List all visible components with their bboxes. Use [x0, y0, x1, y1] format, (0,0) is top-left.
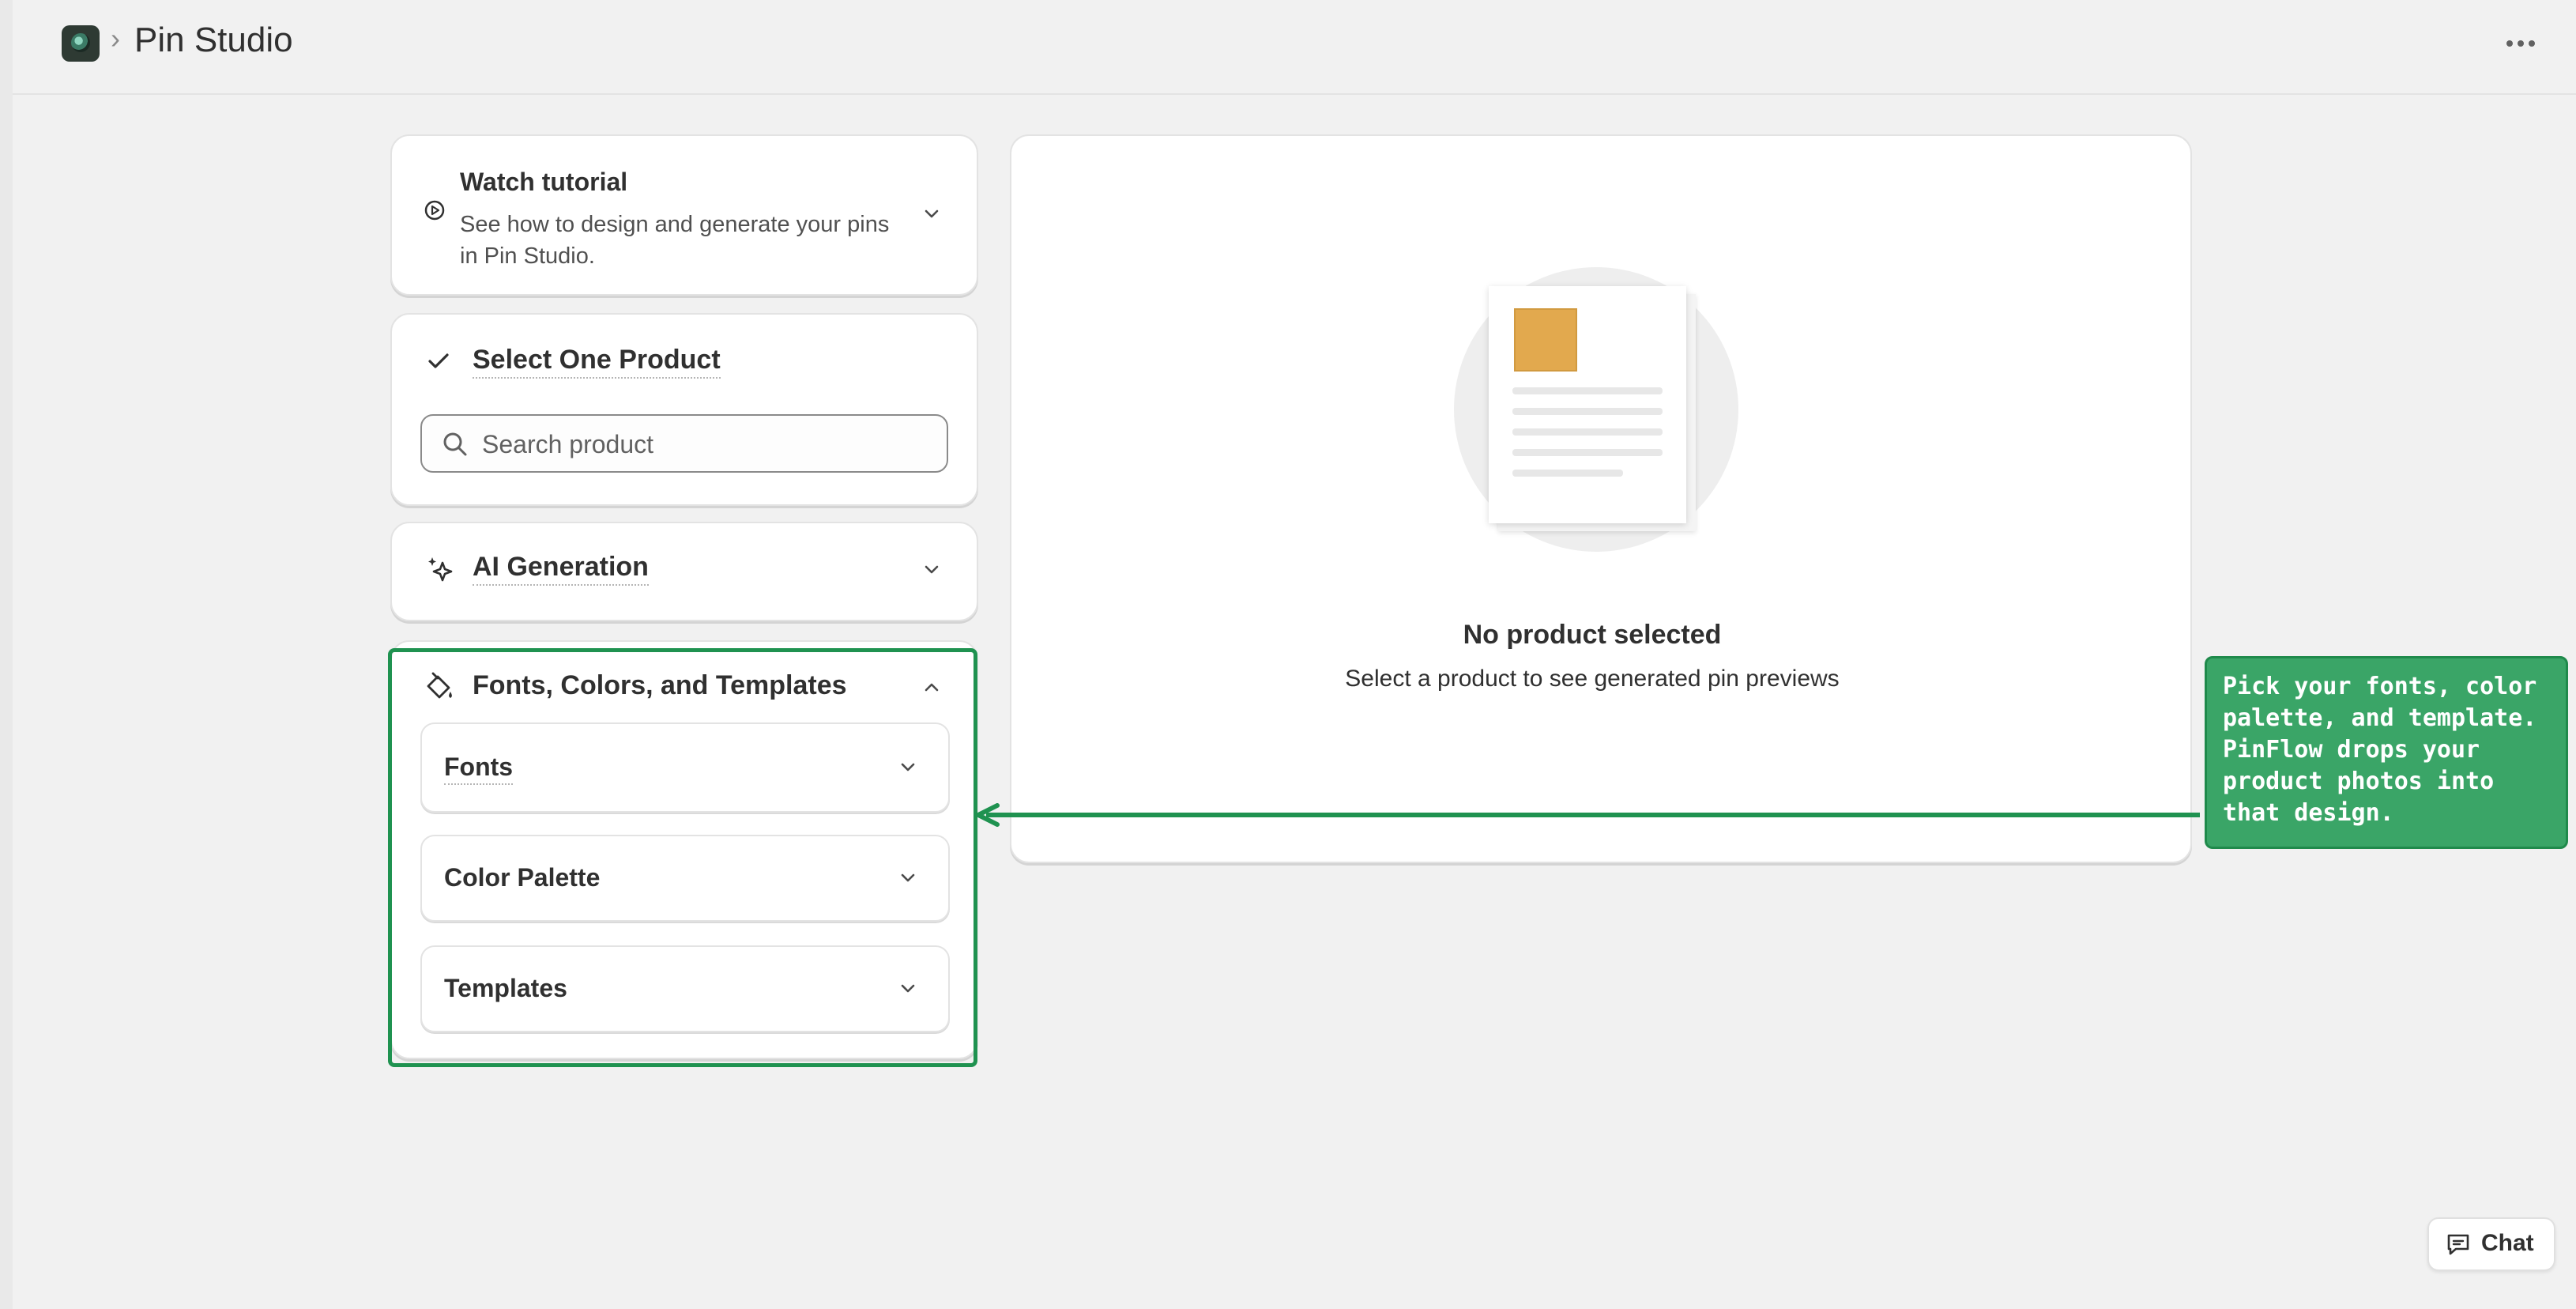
chevron-down-icon[interactable]	[920, 558, 943, 582]
sparkles-icon	[428, 557, 453, 582]
empty-state-title: No product selected	[1463, 620, 1722, 650]
chevron-up-icon[interactable]	[920, 675, 943, 699]
color-palette-section[interactable]: Color Palette	[420, 835, 950, 922]
checkmark-icon	[428, 353, 449, 368]
search-placeholder: Search product	[482, 430, 654, 458]
paint-bucket-icon	[427, 672, 452, 699]
chat-button[interactable]: Chat	[2427, 1217, 2555, 1271]
templates-label: Templates	[444, 974, 567, 1002]
play-circle-icon	[424, 200, 445, 221]
fonts-colors-templates-card: Fonts, Colors, and Templates Fonts Color…	[390, 640, 978, 1059]
left-edge	[0, 0, 13, 1309]
tutorial-description: See how to design and generate your pins…	[460, 212, 890, 269]
app-logo-icon[interactable]	[62, 25, 100, 62]
templates-section[interactable]: Templates	[420, 945, 950, 1032]
select-product-card: Select One Product Search product	[390, 313, 978, 506]
arrow-left-icon	[976, 803, 1000, 827]
callout-arrow-line	[986, 813, 2200, 817]
breadcrumb-separator: ›	[111, 22, 120, 55]
search-icon	[443, 432, 467, 456]
image-placeholder-icon	[1514, 308, 1577, 372]
top-bar: › Pin Studio	[13, 0, 2576, 95]
ai-generation-card[interactable]: AI Generation	[390, 522, 978, 621]
more-actions-icon[interactable]	[2497, 24, 2544, 63]
empty-state-description: Select a product to see generated pin pr…	[1345, 666, 1840, 692]
chevron-down-icon[interactable]	[896, 756, 920, 779]
chat-bubble-icon	[2447, 1234, 2469, 1255]
color-palette-label: Color Palette	[444, 863, 601, 892]
chevron-down-icon[interactable]	[920, 202, 943, 226]
illustration-paper	[1489, 286, 1686, 523]
fonts-label: Fonts	[444, 753, 514, 785]
page-title: Pin Studio	[134, 21, 293, 59]
preview-card: No product selected Select a product to …	[1010, 134, 2192, 863]
tutorial-card[interactable]: Watch tutorial See how to design and gen…	[390, 134, 978, 296]
chevron-down-icon[interactable]	[896, 866, 920, 890]
tutorial-title: Watch tutorial	[460, 168, 628, 196]
ai-generation-title: AI Generation	[473, 552, 649, 586]
chat-label: Chat	[2481, 1230, 2534, 1256]
callout-note: Pick your fonts, color palette, and temp…	[2205, 656, 2568, 849]
search-product-input[interactable]: Search product	[420, 414, 948, 473]
chevron-down-icon[interactable]	[896, 977, 920, 1001]
select-product-title: Select One Product	[473, 345, 721, 379]
fonts-section[interactable]: Fonts	[420, 722, 950, 813]
fonts-colors-templates-title: Fonts, Colors, and Templates	[473, 670, 847, 700]
